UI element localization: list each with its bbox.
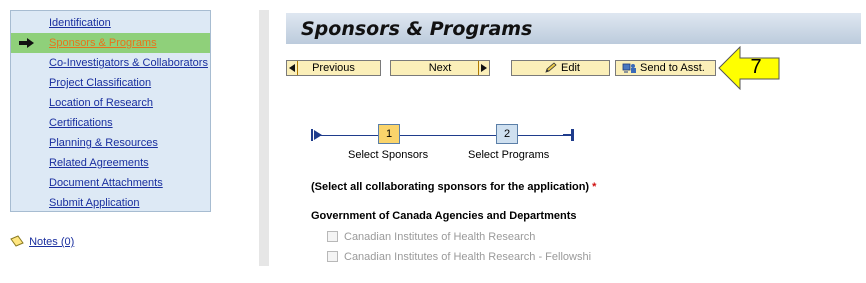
nav-link[interactable]: Planning & Resources [49,133,158,153]
nav-link[interactable]: Project Classification [49,73,151,93]
edit-label: Edit [561,62,580,74]
pencil-icon [545,62,557,73]
wizard-step-1[interactable]: 1 [378,124,400,144]
instruction-text: (Select all collaborating sponsors for t… [311,181,590,193]
callout-number: 7 [750,56,762,78]
left-arrow-icon [289,64,295,72]
nav-link[interactable]: Location of Research [49,93,153,113]
vertical-separator [259,10,269,266]
sponsor-option[interactable]: Canadian Institutes of Health Research -… [327,250,591,264]
next-button[interactable]: Next [390,60,490,76]
nav-item-related-agreements[interactable]: Related Agreements [11,153,210,173]
nav-link[interactable]: Certifications [49,113,113,133]
send-people-icon [622,63,636,73]
left-nav: Identification Sponsors & Programs Co-In… [10,10,211,212]
nav-link[interactable]: Identification [49,13,111,33]
sponsor-group-heading: Government of Canada Agencies and Depart… [311,210,577,222]
wizard-step-1-label: Select Sponsors [348,149,429,161]
nav-item-certifications[interactable]: Certifications [11,113,210,133]
nav-link[interactable]: Submit Application [49,193,140,213]
nav-item-project-classification[interactable]: Project Classification [11,73,210,93]
track-end-icon [563,129,574,141]
nav-item-identification[interactable]: Identification [11,13,210,33]
wizard-step-2[interactable]: 2 [496,124,518,144]
previous-button[interactable]: Previous [286,60,381,76]
send-label: Send to Asst. [640,62,705,74]
right-arrow-icon [481,64,487,72]
sponsor-checkbox[interactable] [327,231,338,242]
page-header: Sponsors & Programs [286,13,861,46]
track-start-icon [311,129,322,141]
previous-label: Previous [312,62,355,74]
note-icon [10,235,24,247]
next-label: Next [428,62,452,74]
button-divider [297,61,298,75]
nav-link[interactable]: Sponsors & Programs [49,33,157,53]
nav-item-document-attachments[interactable]: Document Attachments [11,173,210,193]
sponsor-option-label: Canadian Institutes of Health Research -… [344,251,592,263]
nav-link[interactable]: Document Attachments [49,173,163,193]
send-to-assistant-button[interactable]: Send to Asst. [615,60,716,76]
button-divider [478,61,479,75]
edit-button[interactable]: Edit [511,60,610,76]
sponsor-checkbox[interactable] [327,251,338,262]
nav-item-sponsors-programs[interactable]: Sponsors & Programs [11,33,210,53]
sponsor-option-label: Canadian Institutes of Health Research [344,231,536,243]
required-marker: * [592,181,597,193]
page-title: Sponsors & Programs [301,18,533,40]
nav-item-submit-application[interactable]: Submit Application [11,193,210,213]
nav-item-co-investigators[interactable]: Co-Investigators & Collaborators [11,53,210,73]
nav-item-planning-resources[interactable]: Planning & Resources [11,133,210,153]
notes-link[interactable]: Notes (0) [10,235,74,249]
wizard-track [315,135,573,136]
sponsor-instruction: (Select all collaborating sponsors for t… [311,181,596,193]
wizard-step-2-label: Select Programs [468,149,550,161]
current-arrow-icon [19,38,34,48]
notes-label[interactable]: Notes (0) [29,236,74,248]
nav-link[interactable]: Related Agreements [49,153,149,173]
nav-item-location-of-research[interactable]: Location of Research [11,93,210,113]
nav-link[interactable]: Co-Investigators & Collaborators [49,53,208,73]
sponsor-option[interactable]: Canadian Institutes of Health Research [327,230,535,244]
